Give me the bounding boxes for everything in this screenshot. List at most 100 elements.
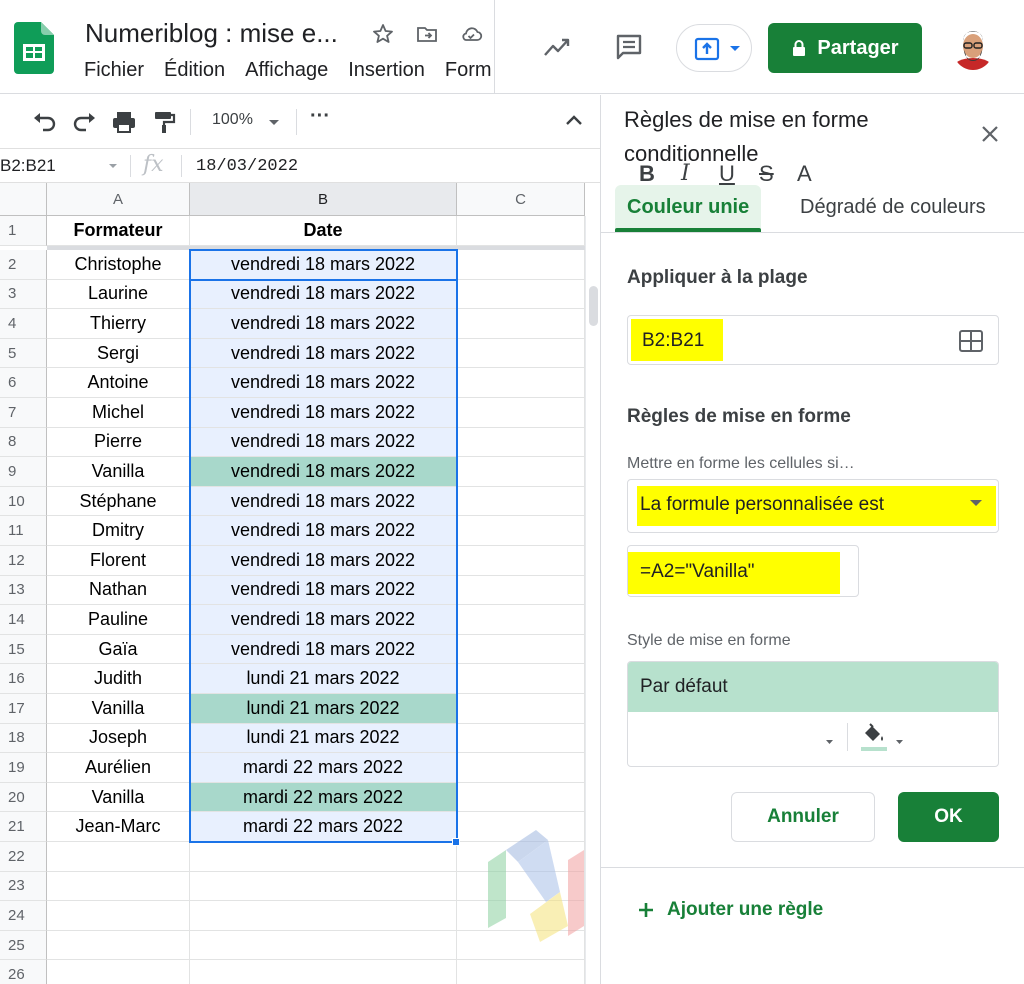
cell-formateur[interactable]: Florent bbox=[47, 546, 190, 576]
italic-button[interactable]: I bbox=[681, 161, 690, 186]
column-header-c[interactable]: C bbox=[457, 183, 585, 216]
cell-empty[interactable] bbox=[457, 723, 585, 754]
document-title[interactable]: Numeriblog : mise e... bbox=[85, 18, 338, 49]
cell-empty[interactable] bbox=[457, 575, 585, 606]
cell-empty[interactable] bbox=[457, 782, 585, 813]
row-header[interactable]: 14 bbox=[0, 605, 47, 635]
cell-date[interactable]: vendredi 18 mars 2022 bbox=[190, 516, 457, 546]
cell-empty[interactable] bbox=[457, 216, 585, 246]
row-header[interactable]: 12 bbox=[0, 546, 47, 576]
row-header[interactable]: 13 bbox=[0, 575, 47, 606]
print-icon[interactable] bbox=[110, 109, 138, 135]
cell-formateur[interactable]: Pierre bbox=[47, 427, 190, 458]
row-header[interactable]: 21 bbox=[0, 812, 47, 842]
cell-empty[interactable] bbox=[47, 842, 190, 872]
name-box[interactable]: B2:B21 bbox=[0, 156, 56, 176]
cell-formateur[interactable]: Christophe bbox=[47, 250, 190, 280]
select-all-corner[interactable] bbox=[0, 183, 47, 216]
row-header[interactable]: 8 bbox=[0, 427, 47, 458]
cell-empty[interactable] bbox=[457, 368, 585, 398]
cell-date[interactable]: vendredi 18 mars 2022 bbox=[190, 427, 457, 458]
formula-input[interactable]: 18/03/2022 bbox=[196, 157, 298, 176]
row-header[interactable]: 22 bbox=[0, 842, 47, 872]
menu-fichier[interactable]: Fichier bbox=[84, 59, 144, 82]
cell-empty[interactable] bbox=[457, 279, 585, 310]
menu-affichage[interactable]: Affichage bbox=[245, 59, 328, 82]
present-button[interactable] bbox=[676, 24, 752, 72]
cell-empty[interactable] bbox=[457, 960, 585, 984]
cell-date[interactable]: lundi 21 mars 2022 bbox=[190, 723, 457, 754]
cell-date[interactable]: mardi 22 mars 2022 bbox=[190, 782, 457, 813]
cell-date[interactable]: vendredi 18 mars 2022 bbox=[190, 250, 457, 280]
fill-color-icon[interactable] bbox=[859, 721, 889, 753]
cell-date[interactable]: vendredi 18 mars 2022 bbox=[190, 457, 457, 487]
condition-dropdown[interactable]: La formule personnalisée est bbox=[627, 479, 999, 533]
ok-button[interactable]: OK bbox=[898, 792, 999, 842]
cell-formateur[interactable]: Vanilla bbox=[47, 782, 190, 813]
cancel-button[interactable]: Annuler bbox=[731, 792, 875, 842]
menu-format[interactable]: Form bbox=[445, 59, 492, 82]
cell-empty[interactable] bbox=[457, 516, 585, 546]
select-range-grid-icon[interactable] bbox=[958, 329, 984, 353]
cell-date[interactable]: vendredi 18 mars 2022 bbox=[190, 605, 457, 635]
cell-empty[interactable] bbox=[457, 427, 585, 458]
row-header[interactable]: 7 bbox=[0, 398, 47, 428]
cell-date[interactable]: vendredi 18 mars 2022 bbox=[190, 634, 457, 665]
menu-insertion[interactable]: Insertion bbox=[348, 59, 425, 82]
cell-empty[interactable] bbox=[457, 664, 585, 694]
row-header[interactable]: 18 bbox=[0, 723, 47, 754]
add-rule-button[interactable]: Ajouter une règle bbox=[637, 899, 823, 921]
cell-empty[interactable] bbox=[47, 930, 190, 961]
cell-date[interactable]: vendredi 18 mars 2022 bbox=[190, 575, 457, 606]
chevron-down-icon[interactable] bbox=[108, 163, 118, 170]
row-header[interactable]: 4 bbox=[0, 309, 47, 339]
cell-header-date[interactable]: Date bbox=[190, 216, 457, 246]
paint-format-icon[interactable] bbox=[150, 109, 178, 135]
cell-date[interactable]: vendredi 18 mars 2022 bbox=[190, 338, 457, 369]
row-header[interactable]: 1 bbox=[0, 216, 47, 246]
cell-empty[interactable] bbox=[190, 930, 457, 961]
row-header[interactable]: 3 bbox=[0, 279, 47, 310]
chevron-down-icon[interactable] bbox=[825, 739, 834, 745]
strikethrough-button[interactable]: S bbox=[759, 161, 774, 187]
row-header[interactable]: 17 bbox=[0, 694, 47, 724]
tab-color-scale[interactable]: Dégradé de couleurs bbox=[800, 196, 986, 219]
cell-empty[interactable] bbox=[457, 398, 585, 428]
style-preview[interactable]: Par défaut bbox=[628, 662, 998, 712]
cell-date[interactable]: vendredi 18 mars 2022 bbox=[190, 398, 457, 428]
cell-formateur[interactable]: Dmitry bbox=[47, 516, 190, 546]
cell-formateur[interactable]: Laurine bbox=[47, 279, 190, 310]
cell-formateur[interactable]: Pauline bbox=[47, 605, 190, 635]
cell-date[interactable]: mardi 22 mars 2022 bbox=[190, 753, 457, 783]
activity-trend-icon[interactable] bbox=[542, 33, 572, 61]
cell-formateur[interactable]: Judith bbox=[47, 664, 190, 694]
user-avatar[interactable] bbox=[952, 24, 994, 70]
cell-empty[interactable] bbox=[457, 338, 585, 369]
row-header[interactable]: 15 bbox=[0, 634, 47, 665]
cell-formateur[interactable]: Thierry bbox=[47, 309, 190, 339]
cell-date[interactable]: vendredi 18 mars 2022 bbox=[190, 546, 457, 576]
cell-empty[interactable] bbox=[457, 486, 585, 517]
collapse-chevron-up-icon[interactable] bbox=[564, 113, 584, 127]
cell-formateur[interactable]: Stéphane bbox=[47, 486, 190, 517]
row-header[interactable]: 6 bbox=[0, 368, 47, 398]
cell-empty[interactable] bbox=[47, 871, 190, 902]
chevron-down-icon[interactable] bbox=[895, 739, 904, 745]
scrollbar-thumb[interactable] bbox=[589, 286, 598, 326]
row-header[interactable]: 16 bbox=[0, 664, 47, 694]
cell-header-formateur[interactable]: Formateur bbox=[47, 216, 190, 246]
row-header[interactable]: 2 bbox=[0, 250, 47, 280]
cell-empty[interactable] bbox=[457, 694, 585, 724]
cell-empty[interactable] bbox=[457, 457, 585, 487]
comments-icon[interactable] bbox=[614, 33, 644, 61]
more-options-button[interactable]: ··· bbox=[310, 105, 330, 128]
star-icon[interactable] bbox=[370, 22, 396, 46]
cell-empty[interactable] bbox=[457, 634, 585, 665]
cell-date[interactable]: vendredi 18 mars 2022 bbox=[190, 309, 457, 339]
cell-empty[interactable] bbox=[190, 871, 457, 902]
cell-empty[interactable] bbox=[457, 309, 585, 339]
cell-empty[interactable] bbox=[457, 605, 585, 635]
row-header[interactable]: 25 bbox=[0, 930, 47, 961]
share-button[interactable]: Partager bbox=[768, 23, 922, 73]
menu-edition[interactable]: Édition bbox=[164, 59, 225, 82]
